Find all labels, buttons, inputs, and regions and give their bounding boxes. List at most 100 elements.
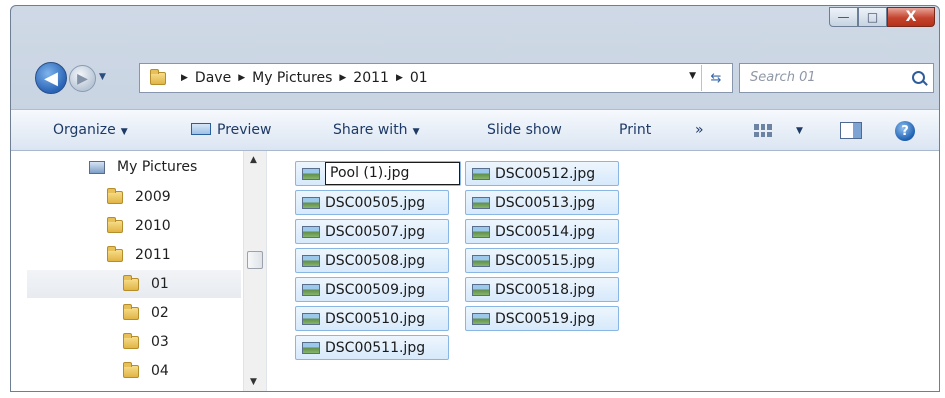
file-item[interactable]: DSC00509.jpg [295,277,449,302]
navigation-scrollbar[interactable]: ▲ ▼ [243,151,266,391]
chevron-right-icon[interactable]: ▶ [396,73,403,83]
scroll-down-icon[interactable]: ▼ [250,377,257,387]
tree-item-label: 03 [151,334,169,350]
help-icon[interactable]: ? [895,121,915,141]
chevron-right-icon[interactable]: ▶ [339,73,346,83]
slide-show-button[interactable]: Slide show [487,122,562,138]
close-button[interactable]: X [887,7,935,27]
scroll-up-icon[interactable]: ▲ [250,155,257,165]
preview-label: Preview [217,122,272,138]
folder-icon [123,332,139,349]
image-file-icon [302,225,320,238]
tree-item-label: 2010 [135,218,171,234]
image-file-icon [472,254,490,267]
recent-pages-dropdown[interactable]: ▼ [99,72,106,82]
explorer-window: — □ X ◀ ▶ ▼ ▶ Dave ▶ My Pictures ▶ 2011 … [10,5,940,392]
organize-label: Organize [53,122,116,138]
tree-item-02[interactable]: 02 [123,299,233,327]
tree-item-label: 01 [151,276,169,292]
breadcrumb-dave[interactable]: Dave [195,70,231,86]
tree-item-04[interactable]: 04 [123,357,233,385]
more-commands-button[interactable]: » [695,122,704,138]
image-file-icon [472,225,490,238]
tree-item-my-pictures[interactable]: My Pictures [89,153,239,181]
forward-button[interactable]: ▶ [69,65,96,92]
file-item[interactable]: DSC00515.jpg [465,248,619,273]
folder-icon [107,216,123,233]
chevron-down-icon[interactable]: ▼ [689,71,696,81]
tree-item-label: 02 [151,305,169,321]
file-item[interactable]: DSC00505.jpg [295,190,449,215]
caption-buttons: — □ X [829,7,935,27]
image-file-icon [472,312,490,325]
chevron-down-icon: ▼ [412,127,420,137]
search-input[interactable] [748,69,902,86]
file-item[interactable]: DSC00511.jpg [295,335,449,360]
search-box[interactable] [739,63,934,93]
preview-pane-icon[interactable] [840,122,862,139]
image-file-icon [472,167,490,180]
file-item[interactable]: DSC00508.jpg [295,248,449,273]
tree-item-label: 04 [151,363,169,379]
file-name: DSC00507.jpg [325,223,426,240]
minimize-button[interactable]: — [829,7,858,27]
print-button[interactable]: Print [619,122,651,138]
tree-item-label: 2009 [135,189,171,205]
chevron-right-icon[interactable]: ▶ [181,73,188,83]
preview-button[interactable]: Preview [191,122,272,138]
share-with-menu[interactable]: Share with ▼ [333,122,419,138]
tree-item-2009[interactable]: 2009 [107,183,237,211]
folder-icon [123,361,139,378]
tree-item-03[interactable]: 03 [123,328,233,356]
file-name: DSC00510.jpg [325,310,426,327]
folder-icon [107,187,123,204]
maximize-button[interactable]: □ [858,7,887,27]
file-name: DSC00515.jpg [495,252,596,269]
image-file-icon [302,196,320,209]
rename-input[interactable]: Pool (1).jpg [325,162,460,185]
file-item[interactable]: DSC00510.jpg [295,306,449,331]
breadcrumb-01[interactable]: 01 [410,70,428,86]
image-file-icon [302,283,320,296]
views-icon[interactable] [754,124,772,137]
address-bar[interactable]: ▶ Dave ▶ My Pictures ▶ 2011 ▶ 01 ▼ ⇆ [139,63,733,93]
file-name: DSC00508.jpg [325,252,426,269]
file-item[interactable]: DSC00507.jpg [295,219,449,244]
breadcrumb-my-pictures[interactable]: My Pictures [252,70,332,86]
file-item[interactable]: DSC00513.jpg [465,190,619,215]
file-item[interactable]: DSC00519.jpg [465,306,619,331]
file-item[interactable]: DSC00518.jpg [465,277,619,302]
preview-icon [191,123,211,135]
breadcrumb: ▶ Dave ▶ My Pictures ▶ 2011 ▶ 01 [174,70,428,86]
pictures-library-icon [89,160,105,174]
search-icon[interactable] [912,71,925,84]
chevron-right-icon[interactable]: ▶ [238,73,245,83]
file-name: DSC00519.jpg [495,310,596,327]
scrollbar-thumb[interactable] [247,251,263,269]
file-name: DSC00513.jpg [495,194,596,211]
image-file-icon [302,254,320,267]
breadcrumb-2011[interactable]: 2011 [353,70,389,86]
tree-item-label: 2011 [135,247,171,263]
file-name: DSC00511.jpg [325,339,426,356]
tree-item-2010[interactable]: 2010 [107,212,237,240]
chevron-down-icon[interactable]: ▼ [796,126,803,136]
file-name: DSC00509.jpg [325,281,426,298]
organize-menu[interactable]: Organize ▼ [53,122,128,138]
image-file-icon [302,341,320,354]
file-name: DSC00514.jpg [495,223,596,240]
back-button[interactable]: ◀ [35,62,67,94]
command-bar: Organize ▼ Preview Share with ▼ Slide show… [11,109,939,151]
image-file-icon [472,196,490,209]
file-name: DSC00512.jpg [495,165,596,182]
file-item[interactable]: DSC00514.jpg [465,219,619,244]
refresh-icon[interactable]: ⇆ [701,65,730,91]
content-area: My Pictures 2009 2010 2011 01 02 03 04 ▲… [11,151,939,391]
file-name: DSC00518.jpg [495,281,596,298]
tree-item-01[interactable]: 01 [27,270,241,298]
file-item-pool[interactable]: Pool (1).jpg [295,161,461,186]
chevron-down-icon: ▼ [120,127,128,137]
tree-item-2011[interactable]: 2011 [107,241,237,269]
file-item[interactable]: DSC00512.jpg [465,161,619,186]
folder-icon [107,245,123,262]
